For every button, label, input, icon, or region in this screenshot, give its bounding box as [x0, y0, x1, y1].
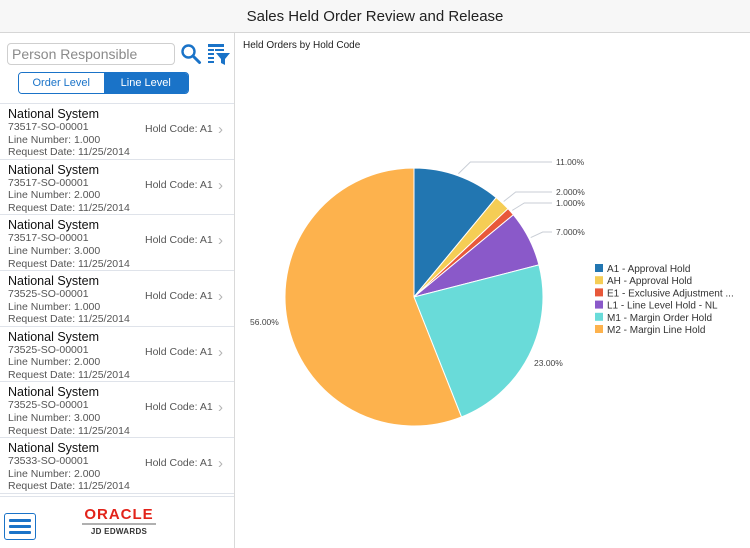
leader-line — [458, 161, 552, 175]
list-item[interactable]: National System 73517-SO-00001 Line Number… — [0, 160, 234, 216]
tab-line-level[interactable]: Line Level — [103, 73, 188, 93]
line-number: Line Number: 3.000 — [8, 244, 101, 257]
legend-item[interactable]: L1 - Line Level Hold - NL — [595, 300, 718, 312]
customer-name: National System — [8, 107, 100, 121]
held-order-list: National System 73517-SO-00001 Line Number… — [0, 103, 234, 494]
line-number: Line Number: 2.000 — [8, 356, 101, 369]
list-item[interactable]: National System 73525-SO-00001 Line Number… — [0, 327, 234, 383]
customer-name: National System — [8, 162, 100, 177]
logo-jde-text: JD EDWARDS — [90, 527, 148, 536]
footer: ORACLE JD EDWARDS — [0, 496, 234, 548]
legend-label: E1 - Exclusive Adjustment ... — [607, 288, 734, 299]
customer-name: National System — [8, 329, 100, 344]
legend-label: L1 - Line Level Hold - NL — [607, 301, 718, 312]
request-date: Request Date: 11/25/2014 — [8, 368, 130, 381]
customer-name: National System — [8, 385, 100, 400]
page-title: Sales Held Order Review and Release — [246, 7, 504, 25]
hold-code: Hold Code: A1 — [145, 178, 213, 191]
legend-swatch — [595, 325, 603, 333]
customer-name: National System — [8, 274, 100, 289]
pie-chart: 11.00% 2.000%1.000% 7.000% 23.00% 56.00% A1 -… — [250, 157, 734, 427]
chevron-right-icon: › — [218, 176, 223, 194]
hold-code: Hold Code: A1 — [145, 290, 213, 303]
legend-item[interactable]: AH - Approval Hold — [595, 276, 692, 287]
chevron-right-icon: › — [218, 232, 223, 250]
request-date: Request Date: 11/25/2014 — [8, 424, 130, 437]
legend-swatch — [595, 300, 603, 309]
request-date: Request Date: 11/25/2014 — [8, 257, 130, 270]
line-number: Line Number: 1.000 — [8, 300, 101, 313]
leader-line — [530, 231, 552, 238]
request-date: Request Date: 11/25/2014 — [8, 313, 130, 326]
chevron-right-icon: › — [218, 288, 223, 306]
hamburger-menu-icon[interactable] — [4, 513, 36, 540]
line-number: Line Number: 1.000 — [8, 133, 101, 146]
data-label: 1.000% — [556, 198, 585, 208]
data-label: 23.00% — [534, 358, 563, 368]
chart-panel: 11.00% 2.000% 1.000% 7.000% 23.00% 56.00% A1 -… — [236, 33, 750, 548]
data-label: 56.00% — [250, 317, 279, 327]
legend-item[interactable]: M1 - Margin Order Hold — [595, 312, 712, 324]
list-item[interactable]: National System 73525-SO-00001 Line Number… — [0, 271, 234, 327]
hold-code: Hold Code: A1 — [145, 457, 213, 470]
chevron-right-icon: › — [218, 343, 223, 361]
hold-code: Hold Code: A1 — [145, 234, 213, 247]
search-icon[interactable] — [179, 42, 203, 66]
legend-label: A1 - Approval Hold — [607, 264, 690, 275]
hold-code: Hold Code: A1 — [145, 401, 213, 414]
customer-name: National System — [8, 441, 100, 456]
line-number: Line Number: 2.000 — [8, 467, 101, 480]
oracle-jd-edwards-logo: ORACLE JD EDWARDS — [80, 507, 158, 536]
list-item[interactable]: National System 73517-SO-00001 Line Number… — [0, 215, 234, 272]
filter-list-icon[interactable] — [207, 42, 231, 66]
app-header: Sales Held Order Review and Release — [0, 0, 750, 33]
hold-code: Hold Code: A1 — [145, 345, 213, 358]
data-label: 11.00% — [556, 157, 585, 167]
request-date: Request Date: 11/25/2014 — [8, 201, 130, 214]
logo-divider — [82, 523, 156, 525]
legend-label: M2 - Margin Line Hold — [607, 325, 705, 336]
request-date: Request Date: 11/25/2014 — [8, 480, 130, 493]
tab-order-level[interactable]: Order Level — [19, 73, 104, 93]
list-item[interactable]: National System 73533-SO-00001 Line Number… — [0, 438, 234, 494]
legend-swatch — [595, 264, 603, 272]
legend-swatch — [595, 276, 603, 285]
logo-oracle-text: ORACLE — [84, 506, 154, 523]
chevron-right-icon: › — [218, 121, 223, 138]
data-label: 2.000% — [556, 187, 585, 197]
legend-label: M1 - Margin Order Hold — [607, 313, 712, 324]
data-label: 7.000% — [556, 227, 585, 237]
level-segmented-control: Order Level Line Level — [18, 72, 189, 94]
list-item[interactable]: National System 73525-SO-00001 Line Number… — [0, 382, 234, 439]
legend-item[interactable]: M2 - Margin Line Hold — [595, 325, 705, 336]
hold-code: Hold Code: A1 — [145, 123, 213, 135]
legend-item[interactable]: A1 - Approval Hold — [595, 264, 690, 275]
chevron-right-icon: › — [218, 455, 223, 473]
line-number: Line Number: 2.000 — [8, 189, 101, 202]
line-number: Line Number: 3.000 — [8, 412, 101, 425]
left-panel: Order Level Line Level National System73… — [0, 33, 235, 548]
legend-item[interactable]: E1 - Exclusive Adjustment ... — [595, 288, 734, 299]
person-responsible-input[interactable] — [7, 43, 175, 65]
list-item[interactable]: National System 73517-SO-00001 Line Number… — [0, 104, 234, 160]
leader-line — [503, 191, 552, 202]
request-date: Request Date: 11/25/2014 — [8, 146, 130, 159]
chevron-right-icon: › — [218, 399, 223, 417]
legend-swatch — [595, 288, 603, 297]
chart-title: Held Orders by Hold Code — [243, 40, 361, 51]
legend-label: AH - Approval Hold — [607, 276, 692, 287]
leader-line — [512, 202, 552, 211]
search-row — [7, 42, 231, 66]
legend-swatch — [595, 312, 603, 321]
customer-name: National System — [8, 218, 100, 233]
